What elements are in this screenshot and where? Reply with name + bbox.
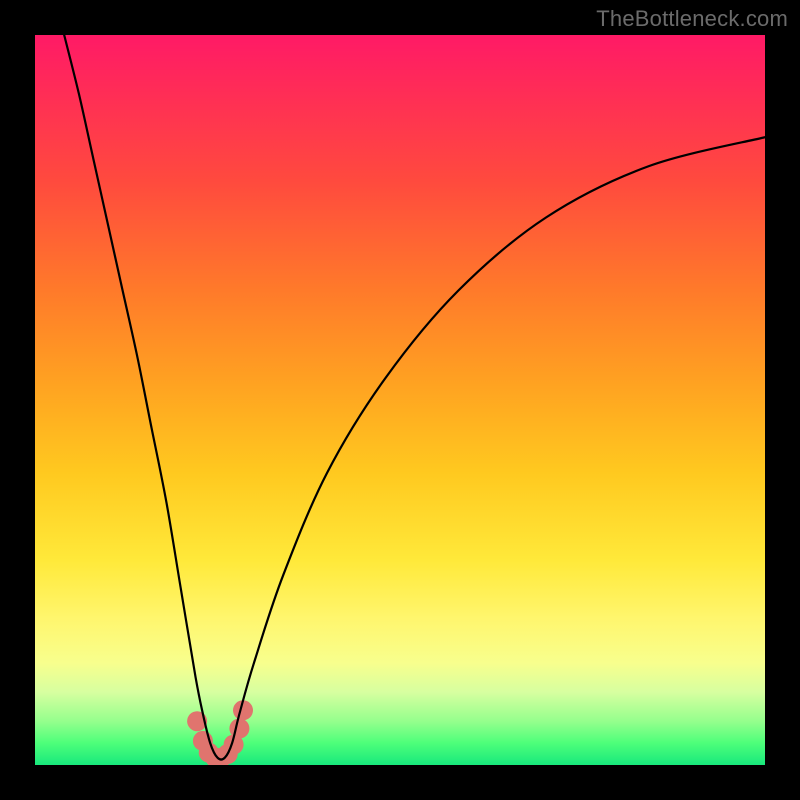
chart-svg	[35, 35, 765, 765]
chart-plot-area	[35, 35, 765, 765]
watermark-text: TheBottleneck.com	[596, 6, 788, 32]
chart-frame: TheBottleneck.com	[0, 0, 800, 800]
trough-marker	[229, 719, 249, 739]
trough-markers	[187, 700, 253, 765]
bottleneck-curve	[64, 35, 765, 760]
